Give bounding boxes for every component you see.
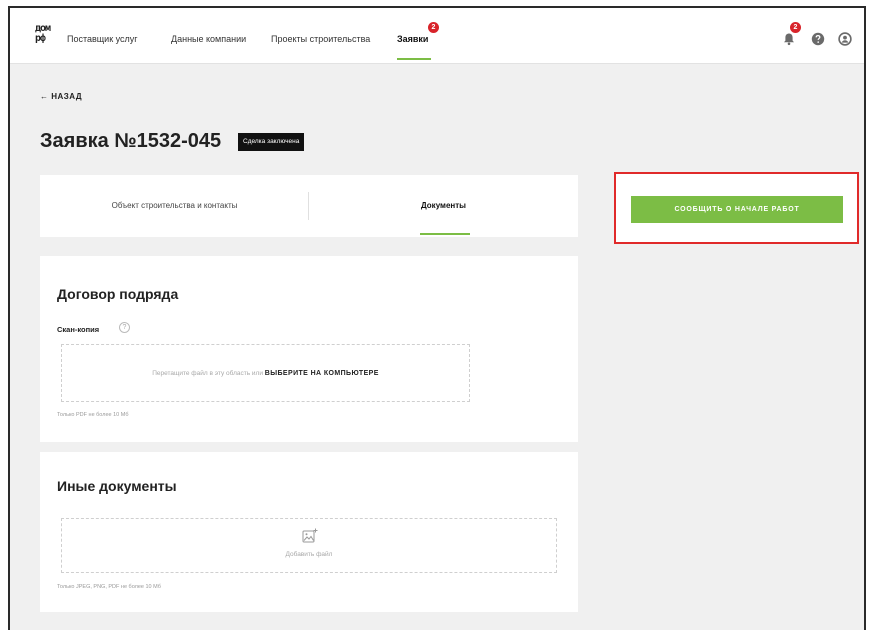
- other-documents-card: Иные документы Добавить файл Только JPEG…: [40, 452, 578, 612]
- status-badge: Сделка заключена: [238, 133, 305, 151]
- other-documents-dropzone[interactable]: Добавить файл: [61, 518, 557, 573]
- other-documents-title: Иные документы: [57, 478, 177, 494]
- back-link[interactable]: ← НАЗАД: [40, 92, 82, 101]
- nav-company-data[interactable]: Данные компании: [171, 34, 246, 44]
- nav-requests[interactable]: Заявки: [397, 34, 428, 44]
- add-image-icon: [302, 528, 318, 543]
- logo-line-2: рф: [35, 33, 46, 44]
- nav-construction-projects[interactable]: Проекты строительства: [271, 34, 370, 44]
- contract-dropzone[interactable]: Перетащите файл в эту область или ВЫБЕРИ…: [61, 344, 470, 402]
- other-documents-file-hint: Только JPEG, PNG, PDF не более 10 Мб: [57, 584, 161, 590]
- requests-count-badge: 2: [428, 22, 439, 33]
- top-header: дом рф Поставщик услуг Данные компании П…: [10, 8, 864, 64]
- question-icon[interactable]: ?: [119, 322, 130, 333]
- scan-copy-label: Скан-копия: [57, 325, 100, 334]
- add-file-label: Добавить файл: [285, 551, 333, 558]
- help-icon[interactable]: [811, 32, 825, 46]
- notifications-badge: 2: [790, 22, 801, 33]
- nav-service-provider[interactable]: Поставщик услуг: [67, 34, 138, 44]
- choose-on-computer-link[interactable]: ВЫБЕРИТЕ НА КОМПЬЮТЕРЕ: [265, 370, 379, 377]
- tab-object-contacts[interactable]: Объект строительства и контакты: [40, 175, 309, 237]
- logo[interactable]: дом рф: [35, 24, 57, 46]
- dropzone-prefix: Перетащите файл в эту область или: [152, 370, 263, 377]
- page-title: Заявка №1532-045: [40, 130, 222, 152]
- app-window: дом рф Поставщик услуг Данные компании П…: [8, 6, 866, 630]
- report-work-start-button[interactable]: СООБЩИТЬ О НАЧАЛЕ РАБОТ: [631, 196, 843, 223]
- report-start-panel: СООБЩИТЬ О НАЧАЛЕ РАБОТ: [614, 172, 859, 244]
- user-icon[interactable]: [838, 32, 852, 46]
- contract-file-hint: Только PDF не более 10 Мб: [57, 412, 129, 418]
- contract-title: Договор подряда: [57, 286, 179, 302]
- active-nav-indicator: [397, 58, 431, 60]
- tab-documents[interactable]: Документы: [309, 175, 578, 237]
- dropzone-text: Перетащите файл в эту область или ВЫБЕРИ…: [62, 345, 469, 401]
- bell-icon[interactable]: [782, 32, 796, 46]
- tab-bar: Объект строительства и контакты Документ…: [40, 175, 578, 237]
- contract-card: Договор подряда Скан-копия ? Перетащите …: [40, 256, 578, 442]
- active-tab-indicator: [420, 233, 470, 235]
